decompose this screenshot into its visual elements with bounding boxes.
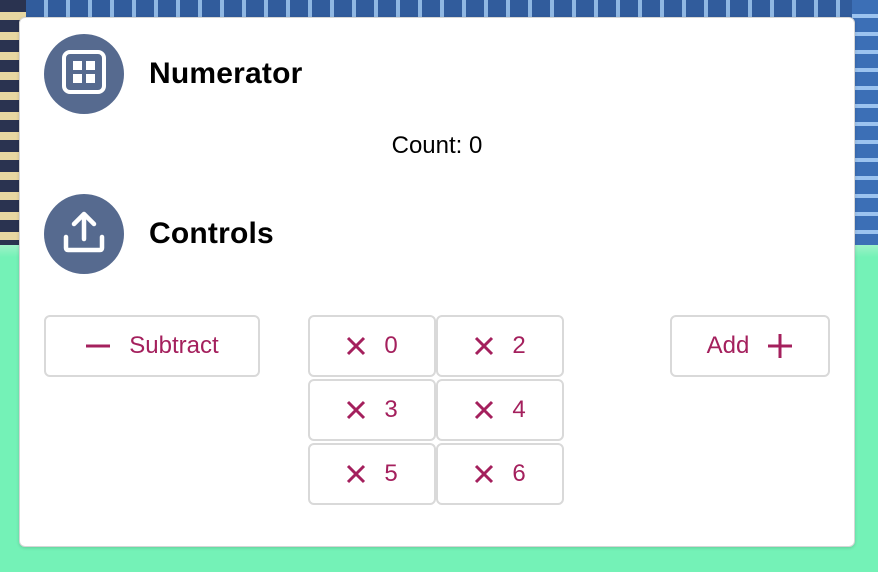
count-label: Count: xyxy=(391,132,463,159)
multiply-value: 2 xyxy=(512,332,526,359)
multiply-icon xyxy=(346,464,384,484)
subtract-label: Subtract xyxy=(129,332,219,359)
controls-avatar xyxy=(44,194,124,274)
controls-header: Controls xyxy=(44,194,274,274)
multiply-value: 6 xyxy=(512,460,526,487)
multiply-icon xyxy=(474,464,512,484)
numerator-avatar xyxy=(44,34,124,114)
add-button[interactable]: Add xyxy=(670,315,830,377)
count-display: Count: 0 xyxy=(20,132,854,160)
counter-card: Numerator Count: 0 Controls Subtract 0 2… xyxy=(19,17,855,547)
subtract-button[interactable]: Subtract xyxy=(44,315,260,377)
grid-icon xyxy=(61,49,107,100)
add-label: Add xyxy=(706,332,750,359)
multiply-icon xyxy=(474,400,512,420)
plus-icon xyxy=(749,333,793,359)
numerator-title: Numerator xyxy=(149,57,303,90)
multiply-3-button[interactable]: 3 xyxy=(308,379,436,441)
multiply-icon xyxy=(346,336,384,356)
building-top xyxy=(26,0,852,18)
minus-icon xyxy=(85,333,129,359)
upload-icon xyxy=(61,209,107,260)
multiply-2-button[interactable]: 2 xyxy=(436,315,564,377)
controls-title: Controls xyxy=(149,217,274,250)
count-value: 0 xyxy=(469,132,483,159)
multiply-4-button[interactable]: 4 xyxy=(436,379,564,441)
multiply-value: 3 xyxy=(384,396,398,423)
multiply-6-button[interactable]: 6 xyxy=(436,443,564,505)
multiply-5-button[interactable]: 5 xyxy=(308,443,436,505)
multiply-icon xyxy=(346,400,384,420)
multiply-0-button[interactable]: 0 xyxy=(308,315,436,377)
numerator-header: Numerator xyxy=(44,34,303,114)
multiply-value: 0 xyxy=(384,332,398,359)
multiply-icon xyxy=(474,336,512,356)
building-right xyxy=(852,0,878,250)
multiply-value: 4 xyxy=(512,396,526,423)
multiply-value: 5 xyxy=(384,460,398,487)
